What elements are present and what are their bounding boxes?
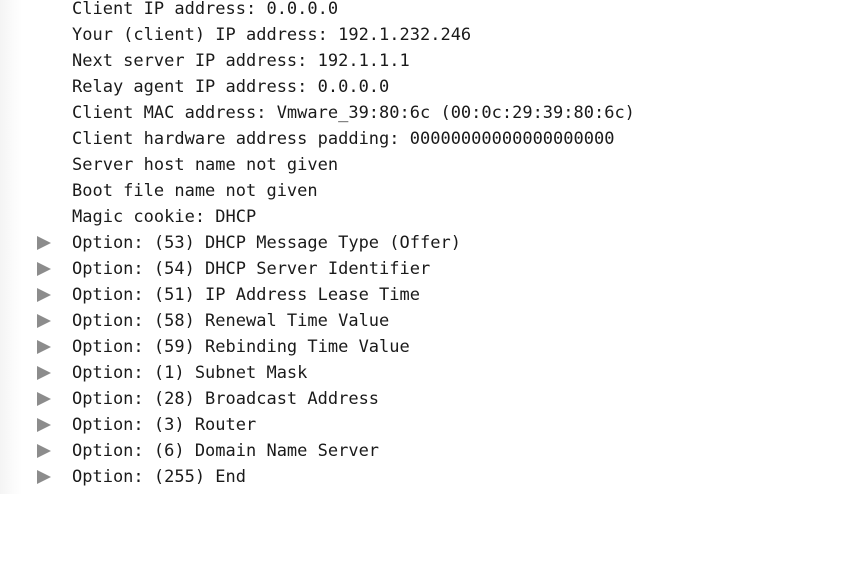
option-row-28[interactable]: Option: (28) Broadcast Address [0,386,846,412]
field-boot-file-name: Boot file name not given [72,181,318,201]
option-label-59: Option: (59) Rebinding Time Value [72,337,410,357]
field-client-ip: Client IP address: 0.0.0.0 [72,0,339,19]
field-row-client-ip[interactable]: Client IP address: 0.0.0.0 [0,0,846,22]
field-client-mac: Client MAC address: Vmware_39:80:6c (00:… [72,103,635,123]
field-row-relay-agent-ip[interactable]: Relay agent IP address: 0.0.0.0 [0,74,846,100]
field-row-magic-cookie[interactable]: Magic cookie: DHCP [0,204,846,230]
option-label-54: Option: (54) DHCP Server Identifier [72,259,431,279]
option-row-58[interactable]: Option: (58) Renewal Time Value [0,308,846,334]
expand-triangle-icon[interactable] [37,444,51,458]
expand-triangle-icon[interactable] [37,392,51,406]
field-row-hw-padding[interactable]: Client hardware address padding: 0000000… [0,126,846,152]
field-row-next-server-ip[interactable]: Next server IP address: 192.1.1.1 [0,48,846,74]
option-label-255: Option: (255) End [72,467,246,487]
option-row-54[interactable]: Option: (54) DHCP Server Identifier [0,256,846,282]
option-label-6: Option: (6) Domain Name Server [72,441,380,461]
option-row-59[interactable]: Option: (59) Rebinding Time Value [0,334,846,360]
option-row-51[interactable]: Option: (51) IP Address Lease Time [0,282,846,308]
option-label-3: Option: (3) Router [72,415,257,435]
option-label-51: Option: (51) IP Address Lease Time [72,285,420,305]
option-label-53: Option: (53) DHCP Message Type (Offer) [72,233,461,253]
expand-triangle-icon[interactable] [37,418,51,432]
field-row-boot-file-name[interactable]: Boot file name not given [0,178,846,204]
option-row-255[interactable]: Option: (255) End [0,464,846,490]
option-row-3[interactable]: Option: (3) Router [0,412,846,438]
expand-triangle-icon[interactable] [37,314,51,328]
option-row-6[interactable]: Option: (6) Domain Name Server [0,438,846,464]
expand-triangle-icon[interactable] [37,470,51,484]
field-row-your-ip[interactable]: Your (client) IP address: 192.1.232.246 [0,22,846,48]
option-label-1: Option: (1) Subnet Mask [72,363,308,383]
field-next-server-ip: Next server IP address: 192.1.1.1 [72,51,410,71]
expand-triangle-icon[interactable] [37,262,51,276]
packet-details-tree: Client IP address: 0.0.0.0 Your (client)… [0,0,846,490]
option-row-53[interactable]: Option: (53) DHCP Message Type (Offer) [0,230,846,256]
option-label-58: Option: (58) Renewal Time Value [72,311,390,331]
field-server-host-name: Server host name not given [72,155,339,175]
field-row-client-mac[interactable]: Client MAC address: Vmware_39:80:6c (00:… [0,100,846,126]
option-row-1[interactable]: Option: (1) Subnet Mask [0,360,846,386]
field-row-server-host-name[interactable]: Server host name not given [0,152,846,178]
expand-triangle-icon[interactable] [37,236,51,250]
expand-triangle-icon[interactable] [37,366,51,380]
field-magic-cookie: Magic cookie: DHCP [72,207,257,227]
option-label-28: Option: (28) Broadcast Address [72,389,380,409]
expand-triangle-icon[interactable] [37,340,51,354]
field-relay-agent-ip: Relay agent IP address: 0.0.0.0 [72,77,390,97]
field-your-ip: Your (client) IP address: 192.1.232.246 [72,25,472,45]
expand-triangle-icon[interactable] [37,288,51,302]
field-hw-padding: Client hardware address padding: 0000000… [72,129,615,149]
